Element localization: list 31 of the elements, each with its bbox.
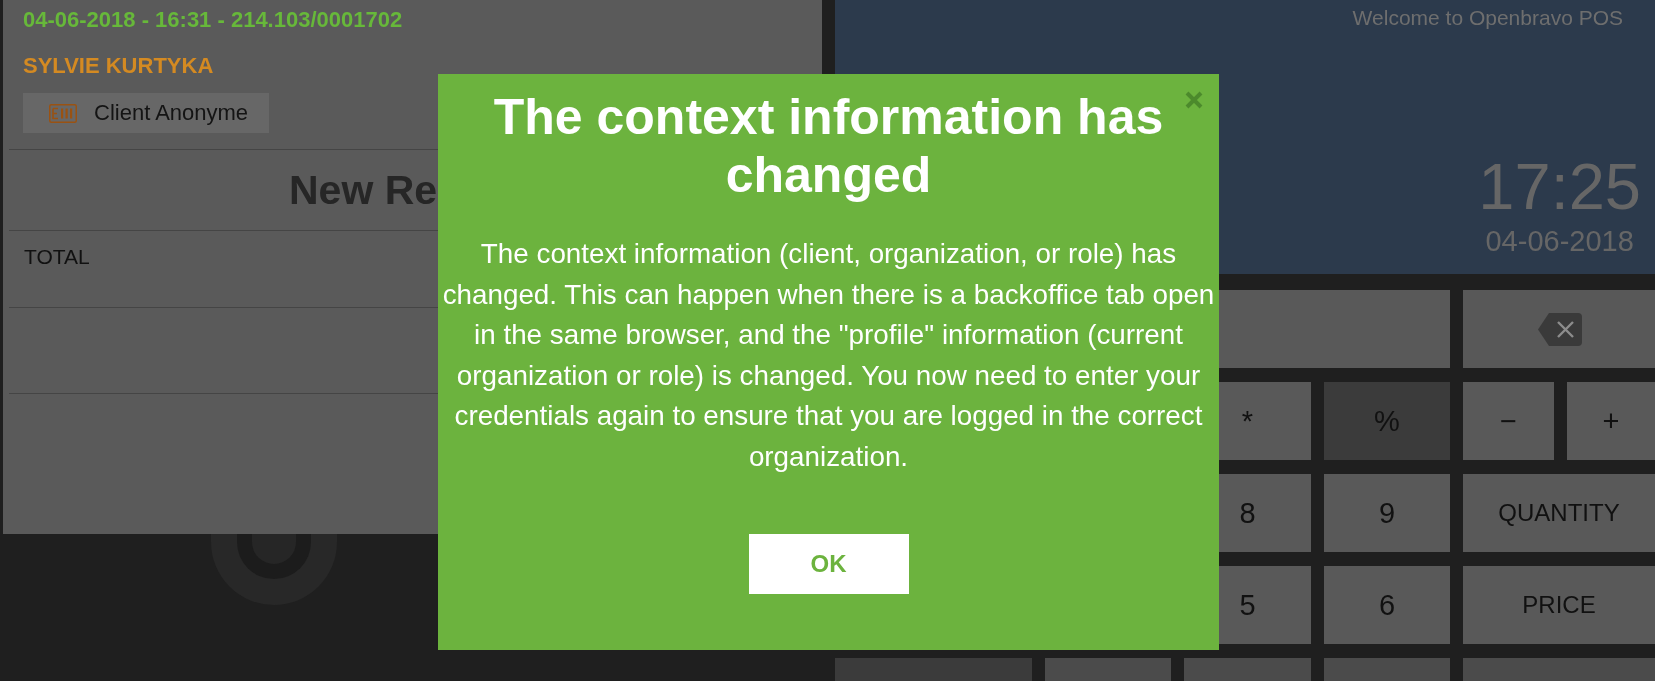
welcome-text: Welcome to Openbravo POS xyxy=(1351,5,1624,30)
keypad-key[interactable]: QUANTITY xyxy=(1463,474,1655,552)
keypad-key[interactable]: 5 xyxy=(1219,566,1311,644)
clock-date: 04-06-2018 xyxy=(1485,225,1634,257)
keypad-key[interactable]: − xyxy=(1463,382,1554,460)
keypad-key[interactable]: 8 xyxy=(1219,474,1311,552)
keypad-key[interactable]: PRICE xyxy=(1463,566,1655,644)
receipt-info: 04-06-2018 - 16:31 - 214.103/0001702 xyxy=(23,7,403,33)
dialog-title: The context information has changed xyxy=(492,88,1165,204)
backspace-icon xyxy=(1537,312,1582,346)
keypad-key[interactable] xyxy=(1045,658,1171,681)
ok-button[interactable]: OK xyxy=(748,533,909,594)
keypad-key[interactable]: 9 xyxy=(1324,474,1450,552)
customer-button[interactable]: Client Anonyme xyxy=(23,93,270,133)
keypad-key[interactable]: % xyxy=(1324,382,1450,460)
keypad-key[interactable] xyxy=(835,658,1032,681)
keypad-key[interactable]: + xyxy=(1567,382,1655,460)
backspace-key[interactable] xyxy=(1463,290,1655,368)
dialog-message: The context information (client, organization, or role) has changed. This can happen when there is a backoffice tab open in the same browser, and the "profile" information (current organization or role) is changed. You now need to enter your credentials again to ensure that you are logged in the correct organization. xyxy=(441,237,1216,474)
keypad-key[interactable] xyxy=(1463,658,1655,681)
keypad-key[interactable]: * xyxy=(1219,382,1311,460)
salesperson-name: SYLVIE KURTYKA xyxy=(23,53,214,79)
close-button[interactable] xyxy=(1185,91,1203,109)
keypad-key[interactable] xyxy=(1219,290,1450,368)
keypad-key[interactable] xyxy=(1184,658,1311,681)
card-icon xyxy=(49,103,77,123)
keypad-key[interactable] xyxy=(1324,658,1450,681)
keypad-key[interactable]: 6 xyxy=(1324,566,1450,644)
close-icon xyxy=(1185,91,1203,109)
clock-time: 17:25 xyxy=(1478,152,1641,222)
total-label: TOTAL xyxy=(24,245,90,268)
